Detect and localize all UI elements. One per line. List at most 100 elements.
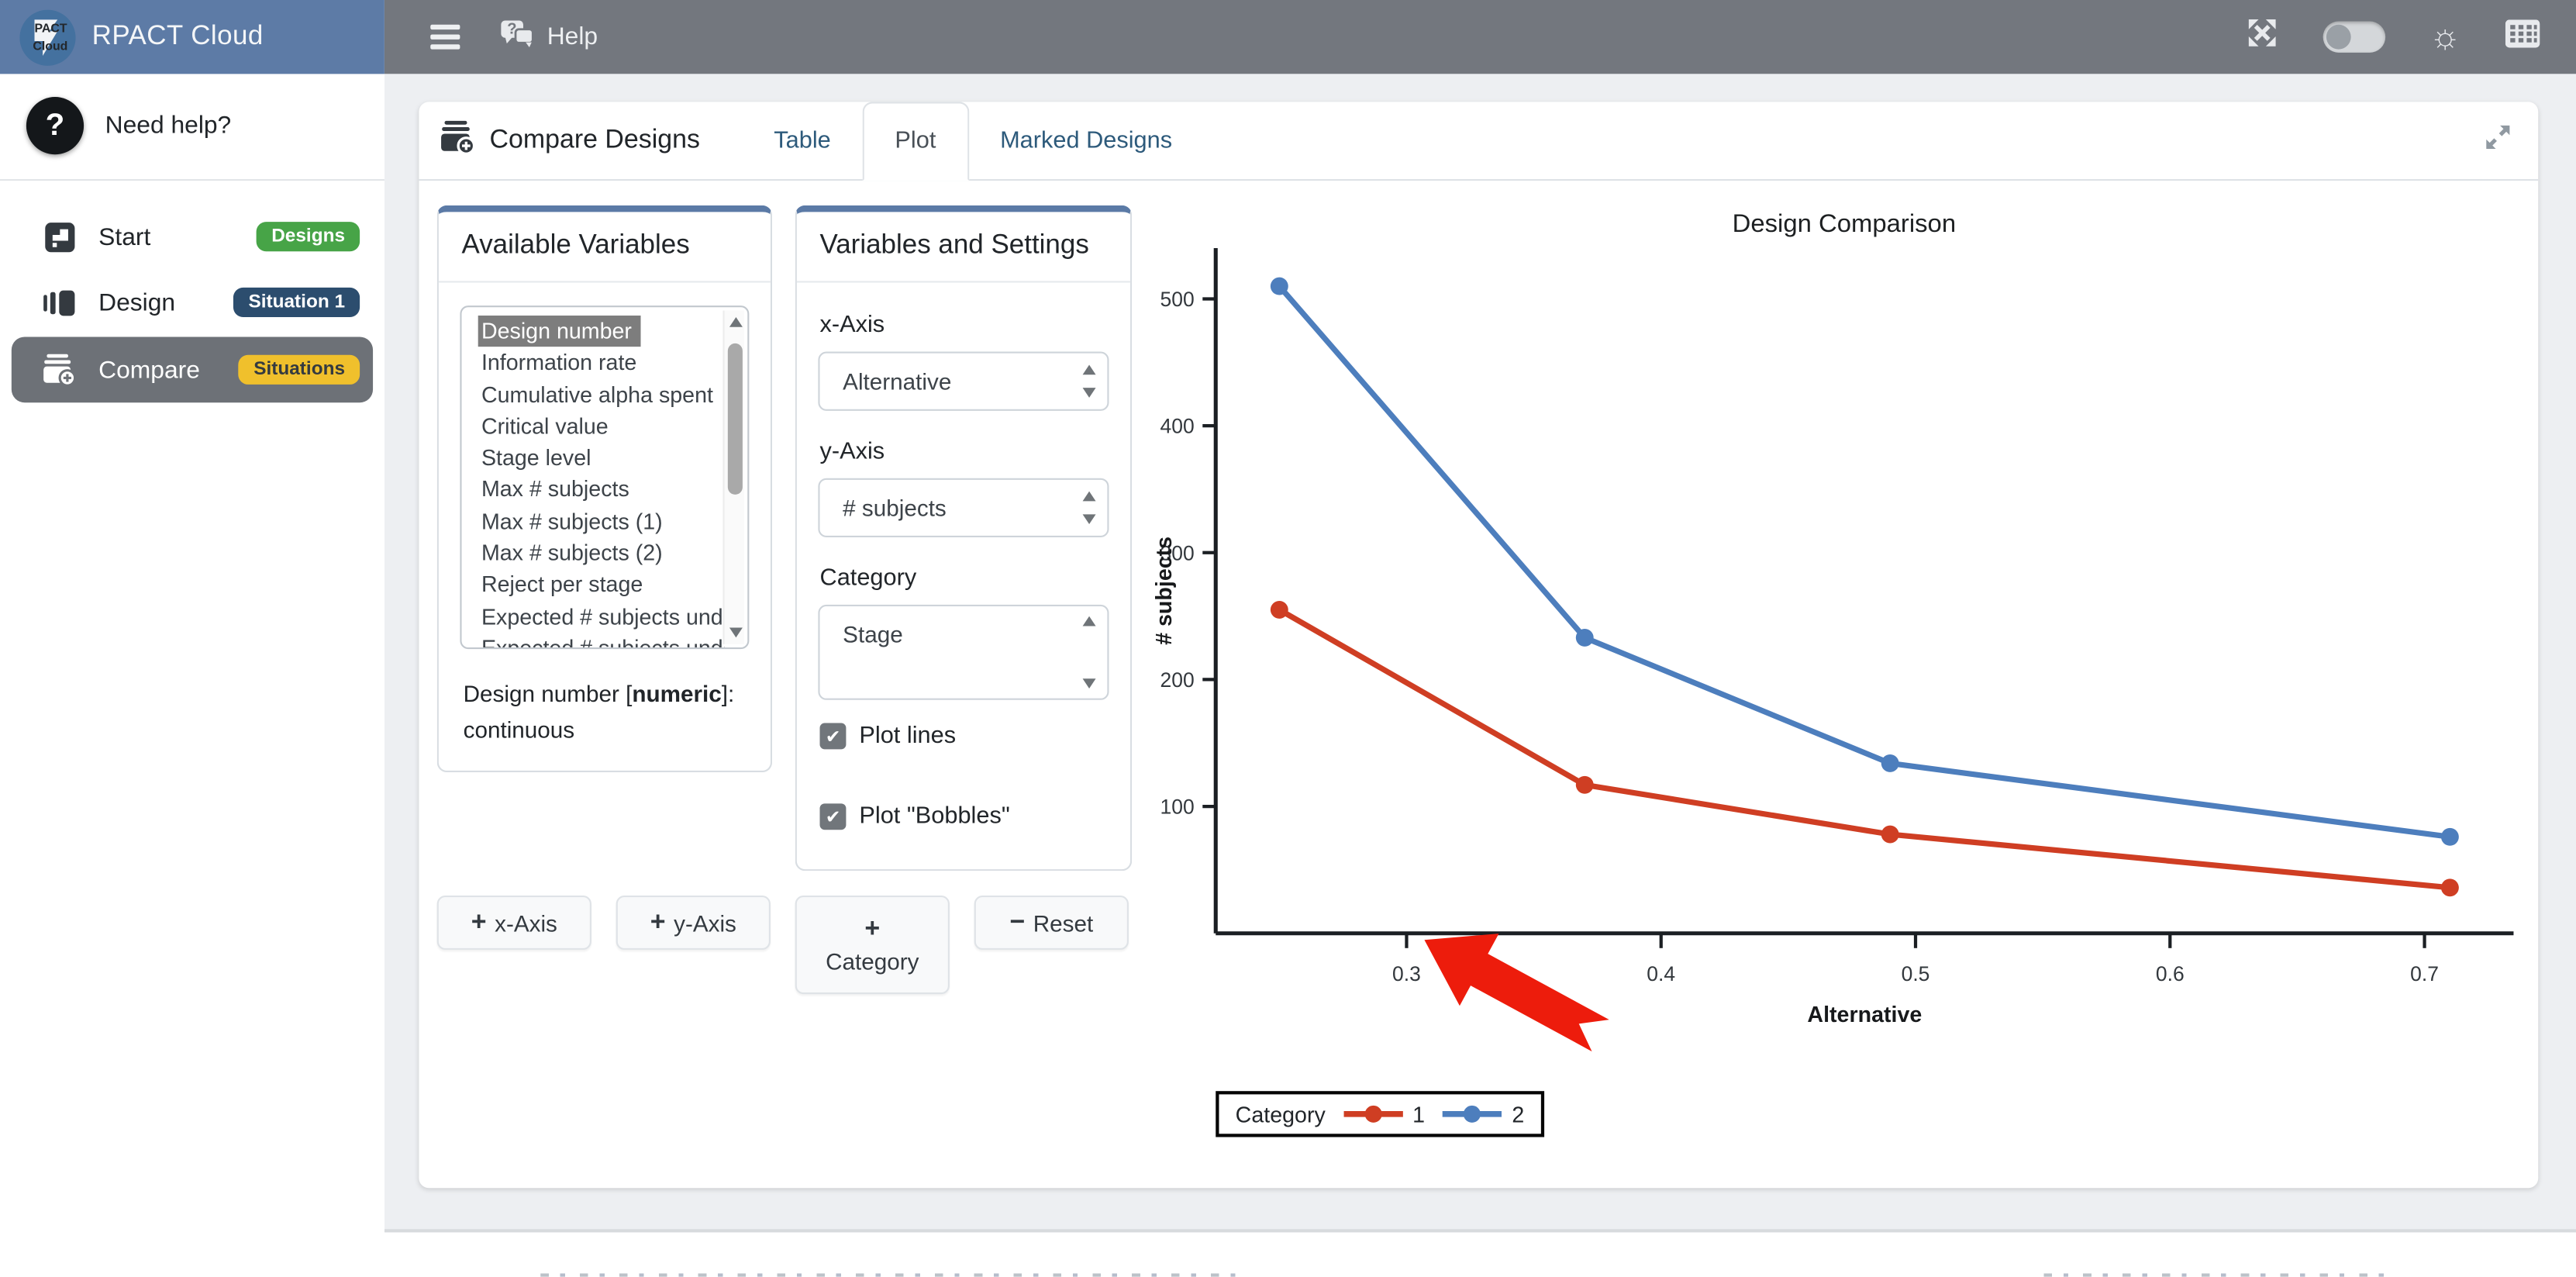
help-bubbles-icon: ?: [499, 19, 536, 55]
card-tab-bar: Compare Designs Table Plot Marked Design…: [419, 102, 2538, 181]
x-tick-label: 0.3: [1392, 962, 1421, 985]
spin-down-icon[interactable]: [1081, 514, 1097, 524]
listbox-scrollbar[interactable]: [722, 311, 744, 644]
legend-title: Category: [1236, 1102, 1326, 1127]
plot-lines-checkbox-row[interactable]: ✔ Plot lines: [820, 723, 1109, 749]
variable-list-item[interactable]: Reject per stage: [473, 569, 724, 601]
tab-plot[interactable]: Plot: [862, 102, 969, 181]
data-point: [2441, 828, 2459, 846]
left-controls-group: Available Variables Design numberInforma…: [437, 205, 1132, 994]
variable-list-item[interactable]: Cumulative alpha spent: [473, 379, 724, 411]
y-tick-label: 500: [1160, 288, 1194, 311]
question-mark-icon: ?: [26, 97, 84, 154]
sidebar-item-label: Start: [98, 223, 150, 250]
grid-table-icon[interactable]: [2505, 19, 2540, 55]
x-tick-label: 0.5: [1902, 962, 1930, 985]
legend-entry-1: 1: [1342, 1102, 1425, 1127]
variable-list-item[interactable]: Expected # subjects under H0: [473, 633, 724, 647]
available-variables-panel: Available Variables Design numberInforma…: [437, 205, 772, 772]
data-point: [1271, 278, 1288, 295]
checkbox-checked-icon[interactable]: ✔: [820, 803, 847, 830]
sidebar: PACT Cloud RPACT Cloud ? Need help?: [0, 0, 385, 1277]
spin-up-icon[interactable]: [1081, 364, 1097, 374]
footer-clipped-text-right: [2043, 1273, 2388, 1276]
theme-toggle-switch[interactable]: [2323, 22, 2385, 53]
spin-down-icon[interactable]: [1081, 388, 1097, 398]
tab-table[interactable]: Table: [743, 102, 862, 179]
sun-theme-icon[interactable]: ☼: [2429, 19, 2461, 54]
plus-icon: +: [650, 908, 666, 937]
hamburger-menu-icon[interactable]: [430, 25, 460, 49]
sidebar-item-design[interactable]: Design Situation 1: [0, 270, 385, 336]
variable-list-item[interactable]: Max # subjects (2): [473, 537, 724, 569]
footer-clipped-text: [540, 1273, 1247, 1276]
variable-list-item[interactable]: Expected # subjects under H1: [473, 601, 724, 633]
variable-list-item[interactable]: Information rate: [473, 347, 724, 379]
scroll-up-icon[interactable]: [725, 311, 747, 334]
compare-designs-card: Compare Designs Table Plot Marked Design…: [419, 102, 2538, 1188]
reset-button[interactable]: −Reset: [974, 896, 1129, 950]
variables-listbox[interactable]: Design numberInformation rateCumulative …: [460, 305, 749, 649]
sidebar-item-compare[interactable]: Compare Situations: [12, 337, 373, 402]
compare-icon: [43, 354, 75, 386]
y-tick-label: 200: [1160, 668, 1194, 692]
red-arrow-annotation: [1405, 904, 1620, 1070]
data-point: [2441, 878, 2459, 896]
add-x-axis-button[interactable]: +x-Axis: [437, 896, 591, 950]
expand-card-icon[interactable]: [2484, 123, 2512, 160]
design-icon: [43, 286, 75, 319]
help-button[interactable]: ? Help: [499, 19, 598, 55]
app-viewport: ? Help ☼: [0, 0, 2576, 1277]
category-value: Stage: [843, 621, 903, 647]
x-tick-label: 0.7: [2410, 962, 2439, 985]
add-y-axis-button[interactable]: +y-Axis: [616, 896, 771, 950]
spin-up-icon[interactable]: [1081, 616, 1097, 626]
y-tick-label: 400: [1160, 415, 1194, 438]
tab-marked-designs[interactable]: Marked Designs: [969, 102, 1204, 179]
sidebar-item-start[interactable]: Start Designs: [0, 204, 385, 270]
spin-down-icon[interactable]: [1081, 678, 1097, 689]
designs-badge: Designs: [257, 222, 360, 251]
compare-designs-icon: [440, 119, 475, 162]
design-comparison-chart: 1002003004005000.30.40.50.60.7# subjects…: [1150, 248, 2538, 1070]
plot-lines-label: Plot lines: [859, 723, 956, 749]
svg-text:Cloud: Cloud: [33, 40, 67, 53]
chart-title: Design Comparison: [1150, 210, 2538, 240]
scroll-down-icon[interactable]: [725, 621, 747, 644]
topbar: ? Help ☼: [385, 0, 2576, 74]
axis-actions-row: +x-Axis +y-Axis +Category −Reset: [437, 896, 1132, 994]
legend-entry-2: 2: [1441, 1102, 1524, 1127]
plot-bobbles-checkbox-row[interactable]: ✔ Plot "Bobbles": [820, 803, 1109, 830]
situation-badge: Situation 1: [233, 288, 360, 317]
variable-list-item[interactable]: Max # subjects (1): [473, 506, 724, 537]
need-help-label: Need help?: [105, 112, 232, 140]
y-axis-label: y-Axis: [820, 439, 1109, 465]
spin-up-icon[interactable]: [1081, 492, 1097, 502]
y-axis-select[interactable]: # subjects: [818, 478, 1109, 537]
variable-list-item[interactable]: Design number: [473, 316, 724, 347]
plot-bobbles-label: Plot "Bobbles": [859, 803, 1009, 830]
variable-list-item[interactable]: Stage level: [473, 442, 724, 474]
checkbox-checked-icon[interactable]: ✔: [820, 723, 847, 749]
variable-list-item[interactable]: Max # subjects: [473, 474, 724, 506]
x-axis-title: Alternative: [1807, 1003, 1922, 1027]
start-icon: [43, 220, 75, 253]
rpact-logo[interactable]: PACT Cloud: [19, 9, 75, 65]
sidebar-item-label: Compare: [98, 356, 200, 384]
sidebar-nav: Start Designs Design Situation 1: [0, 204, 385, 405]
add-category-button[interactable]: +Category: [795, 896, 950, 994]
move-arrows-icon[interactable]: [2245, 16, 2278, 57]
need-help-row[interactable]: ? Need help?: [0, 74, 385, 179]
data-point: [1576, 629, 1594, 647]
plus-icon: +: [471, 908, 487, 937]
category-select[interactable]: Stage: [818, 605, 1109, 700]
page-footer: [385, 1229, 2576, 1276]
sidebar-header: PACT Cloud RPACT Cloud: [0, 0, 385, 74]
y-axis-value: # subjects: [843, 495, 947, 521]
x-axis-select[interactable]: Alternative: [818, 352, 1109, 411]
minus-icon: −: [1009, 908, 1025, 937]
variables-settings-title: Variables and Settings: [797, 212, 1130, 282]
legend-line-red: [1342, 1104, 1405, 1123]
scrollbar-thumb[interactable]: [728, 343, 743, 495]
variable-list-item[interactable]: Critical value: [473, 411, 724, 443]
